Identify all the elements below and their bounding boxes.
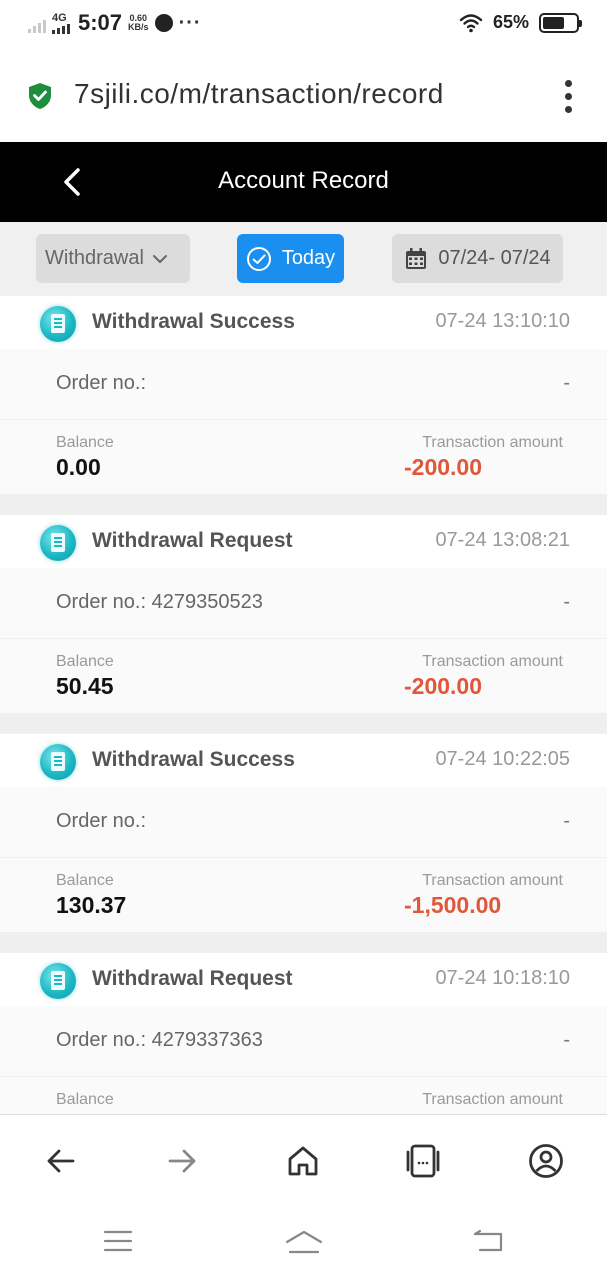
secure-shield-icon[interactable] xyxy=(28,82,52,110)
battery-icon xyxy=(539,12,582,33)
status-bar: 4G 5:07 0.60 KB/s ··· 65% xyxy=(0,0,607,48)
balance-label: Balance xyxy=(56,653,114,670)
order-number: Order no.: 4279350523 xyxy=(56,591,263,613)
record-amount-row: Balance 130.37 Transaction amount -1,500.00 xyxy=(0,857,607,932)
balance-label: Balance xyxy=(56,872,114,889)
wifi-icon xyxy=(459,13,483,32)
order-extra: - xyxy=(563,591,570,613)
screen: 4G 5:07 0.60 KB/s ··· 65% 7sjili.co/m/tr… xyxy=(0,0,607,1280)
chevron-down-icon xyxy=(152,254,167,263)
battery-fill xyxy=(543,16,564,29)
today-button[interactable]: Today xyxy=(237,234,344,283)
record-amount-row: Balance130.37Transaction amount-1,500.00 xyxy=(0,1076,607,1114)
record-receipt-icon xyxy=(40,963,76,999)
transaction-amount-label: Transaction amount xyxy=(422,872,563,889)
record-card[interactable]: Withdrawal Request 07-24 13:08:21 Order no… xyxy=(0,515,607,713)
transaction-amount-label: Transaction amount xyxy=(422,434,563,451)
record-order-row: Order no.: 4279337363 - xyxy=(0,1006,607,1076)
status-left: 4G 5:07 0.60 KB/s ··· xyxy=(28,10,202,36)
record-time: 07-24 13:10:10 xyxy=(435,310,570,332)
date-range-label: 07/24- 07/24 xyxy=(438,247,551,269)
record-card[interactable]: Withdrawal Request 07-24 10:18:10 Order no… xyxy=(0,953,607,1114)
record-time: 07-24 10:18:10 xyxy=(435,967,570,989)
record-title: Withdrawal Request xyxy=(92,967,293,990)
record-receipt-icon xyxy=(40,306,76,342)
balance-label: Balance xyxy=(56,1091,114,1108)
mobile-signal-icon xyxy=(52,23,70,34)
record-amount-row: Balance 50.45 Transaction amount -200.00 xyxy=(0,638,607,713)
record-order-row: Order no.: - xyxy=(0,787,607,857)
speed-unit: KB/s xyxy=(128,22,149,32)
page-title: Account Record xyxy=(218,167,389,194)
date-range-picker[interactable]: 07/24- 07/24 xyxy=(392,234,563,283)
record-header: Withdrawal Success 07-24 10:22:05 xyxy=(0,734,607,787)
order-extra: - xyxy=(563,1029,570,1051)
record-title: Withdrawal Success xyxy=(92,310,295,333)
address-field[interactable]: 7sjili.co/m/transaction/record xyxy=(74,78,444,110)
more-notifications: ··· xyxy=(178,11,202,34)
balance-value: 0.00 xyxy=(56,454,101,480)
record-time: 07-24 13:08:21 xyxy=(435,529,570,551)
record-order-row: Order no.: 4279350523 - xyxy=(0,568,607,638)
browser-url-bar: 7sjili.co/m/transaction/record xyxy=(0,48,607,142)
type-dropdown-label: Withdrawal xyxy=(45,247,144,269)
system-nav-bar xyxy=(0,1208,607,1280)
calendar-icon xyxy=(406,247,427,269)
order-number: Order no.: xyxy=(56,810,147,832)
menu-icon[interactable] xyxy=(103,1228,133,1254)
transaction-amount-value: -200.00 xyxy=(404,454,483,480)
speed-indicator: 0.60 KB/s xyxy=(128,14,149,32)
balance-label: Balance xyxy=(56,434,114,451)
back-gesture-icon[interactable] xyxy=(472,1228,504,1256)
status-right: 65% xyxy=(459,12,582,33)
signal-icon xyxy=(28,13,46,33)
record-header: Withdrawal Request 07-24 10:18:10 xyxy=(0,953,607,1006)
record-receipt-icon xyxy=(40,525,76,561)
record-amount-row: Balance 0.00 Transaction amount -200.00 xyxy=(0,419,607,494)
balance-value: 50.45 xyxy=(56,673,114,699)
back-arrow-icon[interactable] xyxy=(43,1143,79,1179)
balance-value: 130.37 xyxy=(56,892,127,918)
transaction-amount-value: -200.00 xyxy=(404,673,483,699)
record-list[interactable]: Withdrawal Success 07-24 13:10:10 Order no… xyxy=(0,296,607,1114)
browser-bottom-nav xyxy=(0,1114,607,1208)
record-order-row: Order no.: - xyxy=(0,349,607,419)
transaction-amount-label: Transaction amount xyxy=(422,1091,563,1108)
profile-icon[interactable] xyxy=(528,1143,564,1179)
home-gesture-icon[interactable] xyxy=(284,1228,324,1256)
order-number: Order no.: 4279337363 xyxy=(56,1029,263,1051)
record-title: Withdrawal Success xyxy=(92,748,295,771)
check-circle-icon xyxy=(246,246,271,271)
record-header: Withdrawal Success 07-24 13:10:10 xyxy=(0,296,607,349)
battery-percent: 65% xyxy=(492,12,529,32)
filter-bar: Withdrawal Today 07/24- 07/24 xyxy=(0,222,607,296)
forward-arrow-icon[interactable] xyxy=(164,1143,200,1179)
tabs-icon[interactable] xyxy=(405,1143,441,1179)
app-notification-icon xyxy=(154,14,173,32)
record-receipt-icon xyxy=(40,744,76,780)
clock: 5:07 xyxy=(78,10,123,35)
network-type: 4G xyxy=(52,11,67,24)
order-extra: - xyxy=(563,810,570,832)
type-dropdown[interactable]: Withdrawal xyxy=(36,234,190,283)
order-extra: - xyxy=(563,372,570,394)
record-title: Withdrawal Request xyxy=(92,529,293,552)
transaction-amount-value: -1,500.00 xyxy=(404,892,502,918)
home-icon[interactable] xyxy=(285,1143,321,1179)
record-time: 07-24 10:22:05 xyxy=(435,748,570,770)
record-card[interactable]: Withdrawal Success 07-24 10:22:05 Order no… xyxy=(0,734,607,932)
transaction-amount-label: Transaction amount xyxy=(422,653,563,670)
page-header: Account Record xyxy=(0,142,607,222)
today-label: Today xyxy=(281,247,336,269)
order-number: Order no.: xyxy=(56,372,147,394)
mobile-signal: 4G xyxy=(52,11,70,34)
record-card[interactable]: Withdrawal Success 07-24 13:10:10 Order no… xyxy=(0,296,607,494)
record-header: Withdrawal Request 07-24 13:08:21 xyxy=(0,515,607,568)
browser-menu-icon[interactable] xyxy=(565,80,573,113)
